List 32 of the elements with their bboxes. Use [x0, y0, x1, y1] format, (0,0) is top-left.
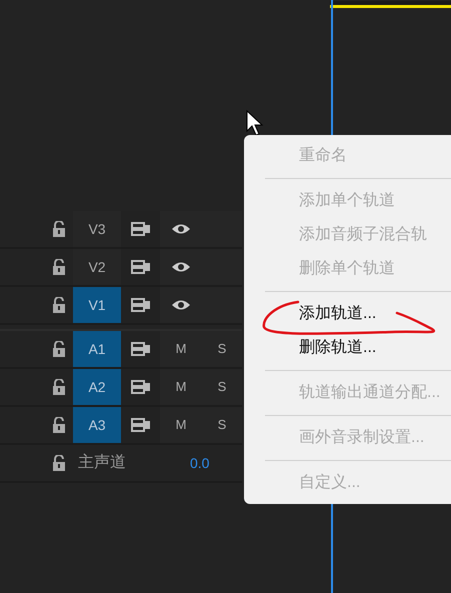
mute-button[interactable]: M: [160, 369, 202, 405]
eye-icon[interactable]: [171, 261, 191, 273]
lock-icon[interactable]: [52, 221, 66, 237]
lock-icon[interactable]: [52, 379, 66, 395]
eye-icon[interactable]: [171, 299, 191, 311]
track-target-button[interactable]: V1: [73, 287, 121, 323]
solo-button[interactable]: S: [202, 407, 242, 443]
sync-lock-icon[interactable]: [130, 260, 150, 274]
time-ruler[interactable]: [330, 1, 451, 8]
cursor-icon: [246, 110, 264, 136]
track-name: 主声道: [77, 452, 127, 473]
sync-lock-icon[interactable]: [130, 418, 150, 432]
lock-icon[interactable]: [52, 341, 66, 357]
sync-lock-icon[interactable]: [130, 222, 150, 236]
mute-button[interactable]: M: [160, 407, 202, 443]
lock-icon[interactable]: [52, 297, 66, 313]
sync-lock-icon[interactable]: [130, 342, 150, 356]
solo-button[interactable]: S: [202, 369, 242, 405]
sync-lock-icon[interactable]: [130, 298, 150, 312]
solo-button[interactable]: S: [202, 331, 242, 367]
mute-button[interactable]: M: [160, 331, 202, 367]
sync-lock-icon[interactable]: [130, 380, 150, 394]
eye-icon[interactable]: [171, 223, 191, 235]
lock-icon[interactable]: [52, 259, 66, 275]
track-target-button[interactable]: A2: [73, 369, 121, 405]
lock-icon[interactable]: [52, 417, 66, 433]
track-target-button[interactable]: A1: [73, 331, 121, 367]
menu-item[interactable]: 添加轨道...: [244, 297, 451, 331]
volume-value[interactable]: 0.0: [190, 452, 210, 474]
track-target-button[interactable]: A3: [73, 407, 121, 443]
lock-icon[interactable]: [52, 455, 66, 471]
menu-item[interactable]: 删除轨道...: [244, 331, 451, 365]
